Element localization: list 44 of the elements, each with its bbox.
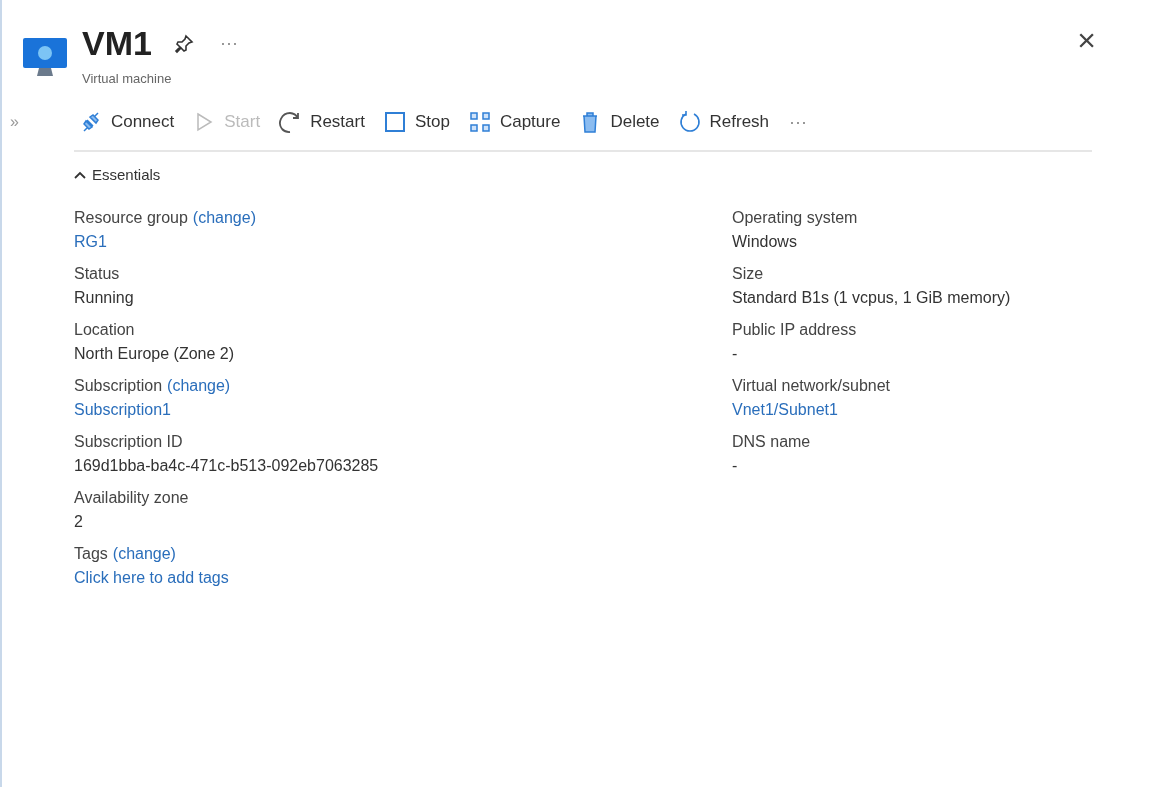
field-value: - bbox=[732, 345, 738, 363]
field-label: Operating system bbox=[732, 209, 858, 227]
field-value: Windows bbox=[732, 233, 797, 251]
field-label: Resource group bbox=[74, 209, 188, 227]
field-link[interactable]: Click here to add tags bbox=[74, 569, 229, 587]
field-label: Public IP address bbox=[732, 321, 857, 339]
field-value: Running bbox=[74, 289, 134, 307]
field-link[interactable]: Vnet1/Subnet1 bbox=[732, 401, 838, 419]
page-title: VM1 bbox=[82, 24, 152, 63]
field-link[interactable]: RG1 bbox=[74, 233, 107, 251]
field-value: North Europe (Zone 2) bbox=[74, 345, 235, 363]
field-link[interactable]: Subscription1 bbox=[74, 401, 171, 419]
field-label: Subscription ID bbox=[74, 433, 183, 451]
more-button[interactable]: ··· bbox=[785, 111, 812, 133]
field-label: Tags bbox=[74, 545, 108, 563]
field-label: Size bbox=[732, 265, 764, 283]
field-value: 2 bbox=[74, 513, 83, 531]
delete-button[interactable]: Delete bbox=[576, 108, 662, 136]
essentials-toggle[interactable]: Essentials bbox=[74, 166, 161, 183]
square-icon bbox=[382, 110, 407, 134]
field-label: Virtual network/subnet bbox=[732, 377, 890, 395]
stop-button[interactable]: Stop bbox=[380, 108, 452, 136]
capture-button[interactable]: Capture bbox=[465, 108, 563, 136]
pin-icon[interactable] bbox=[173, 33, 194, 54]
close-button[interactable]: × bbox=[1073, 24, 1100, 56]
restart-button[interactable]: Restart bbox=[276, 108, 367, 136]
field-value: - bbox=[732, 457, 738, 475]
refresh-button[interactable]: Refresh bbox=[675, 108, 772, 136]
field-label: Status bbox=[74, 265, 120, 283]
field-label: Subscription bbox=[74, 377, 163, 395]
connect-button[interactable]: Connect bbox=[76, 108, 177, 136]
more-button[interactable]: ··· bbox=[215, 33, 242, 54]
field-value: Standard B1s (1 vcpus, 1 GiB memory) bbox=[732, 289, 1011, 307]
field-label: Availability zone bbox=[74, 489, 189, 507]
refresh-icon bbox=[677, 110, 702, 134]
change-link[interactable]: (change) bbox=[112, 545, 176, 563]
sidebar-toggle[interactable]: » bbox=[2, 113, 27, 131]
field-label: DNS name bbox=[732, 433, 811, 451]
grid-icon bbox=[467, 110, 492, 134]
field-value: 169d1bba-ba4c-471c-b513-092eb7063285 bbox=[74, 457, 379, 475]
field-label: Location bbox=[74, 321, 135, 339]
page-subtitle: Virtual machine bbox=[82, 71, 173, 86]
change-link[interactable]: (change) bbox=[167, 377, 231, 395]
change-link[interactable]: (change) bbox=[192, 209, 256, 227]
